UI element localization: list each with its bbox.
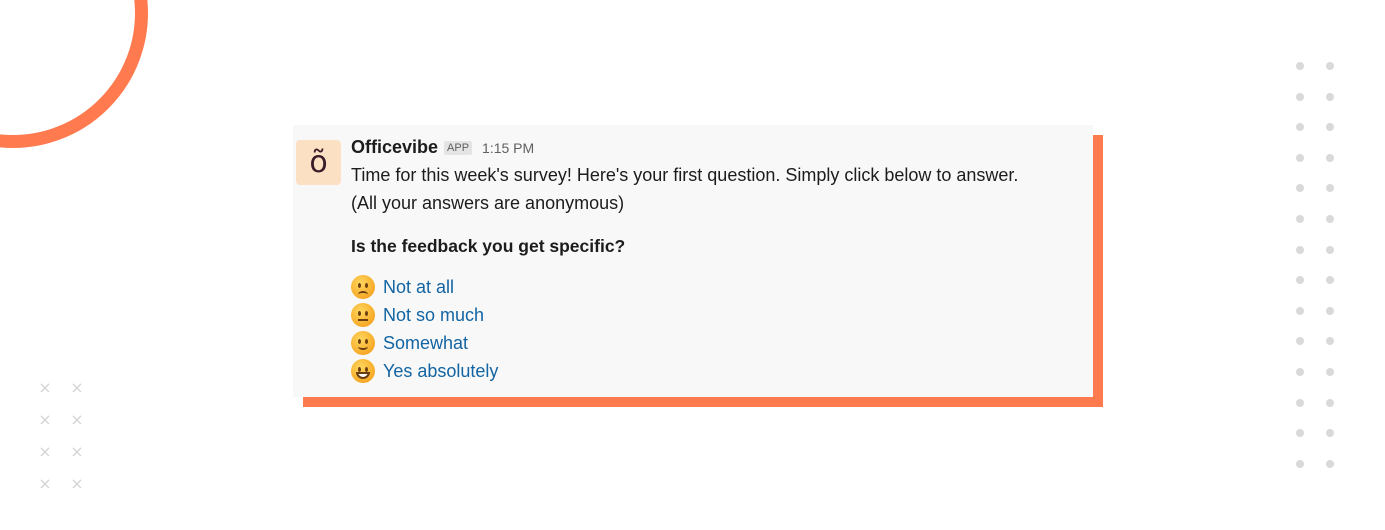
decorative-dot xyxy=(1296,184,1304,193)
answer-option-not-so-much[interactable]: Not so much xyxy=(351,301,1073,329)
neutral-face-icon xyxy=(351,303,375,327)
x-mark-icon: × xyxy=(70,378,84,397)
answer-link[interactable]: Not so much xyxy=(383,305,484,326)
answer-options: Not at all Not so much Somewhat Yes abso… xyxy=(351,273,1073,385)
survey-question: Is the feedback you get specific? xyxy=(351,236,626,256)
x-mark-icon: × xyxy=(70,410,84,429)
decorative-dot xyxy=(1326,276,1334,285)
decorative-dot xyxy=(1296,62,1304,70)
answer-link[interactable]: Not at all xyxy=(383,277,454,298)
slack-message-card: õ Officevibe APP 1:15 PM Time for this w… xyxy=(293,125,1093,397)
x-mark-icon: × xyxy=(38,474,52,493)
message-body: Time for this week's survey! Here's your… xyxy=(351,161,1073,217)
answer-option-somewhat[interactable]: Somewhat xyxy=(351,329,1073,357)
x-mark-icon: × xyxy=(38,410,52,429)
decorative-dot xyxy=(1326,123,1334,132)
decorative-dot xyxy=(1326,184,1334,193)
message-timestamp[interactable]: 1:15 PM xyxy=(482,140,534,156)
sender-name[interactable]: Officevibe xyxy=(351,137,438,158)
decorative-dot xyxy=(1326,368,1334,376)
decorative-dot xyxy=(1296,368,1304,376)
decorative-dot xyxy=(1326,215,1334,223)
x-mark-icon: × xyxy=(70,474,84,493)
officevibe-avatar[interactable]: õ xyxy=(296,140,341,185)
x-mark-icon: × xyxy=(70,442,84,461)
answer-option-yes-absolutely[interactable]: Yes absolutely xyxy=(351,357,1073,385)
decorative-dot xyxy=(1296,215,1304,223)
decorative-dot xyxy=(1296,276,1304,285)
decorative-ring xyxy=(0,0,148,148)
app-badge: APP xyxy=(444,141,473,155)
message-line-2: (All your answers are anonymous) xyxy=(351,193,625,213)
decorative-dot xyxy=(1296,306,1304,315)
decorative-dot xyxy=(1326,429,1334,438)
decorative-dot xyxy=(1296,153,1304,162)
x-mark-icon: × xyxy=(38,378,52,397)
decorative-dot xyxy=(1296,398,1304,407)
answer-link[interactable]: Yes absolutely xyxy=(383,361,498,382)
decorative-dot xyxy=(1296,92,1304,101)
grinning-face-icon xyxy=(351,359,375,383)
decorative-dot xyxy=(1326,245,1334,254)
x-mark-icon: × xyxy=(38,442,52,461)
answer-link[interactable]: Somewhat xyxy=(383,333,468,354)
decorative-dot xyxy=(1296,245,1304,254)
answer-option-not-at-all[interactable]: Not at all xyxy=(351,273,1073,301)
message-header: Officevibe APP 1:15 PM xyxy=(351,137,1073,161)
decorative-dot xyxy=(1296,459,1304,468)
decorative-dot xyxy=(1296,123,1304,132)
slightly-frowning-face-icon xyxy=(351,275,375,299)
decorative-dot xyxy=(1326,62,1334,70)
decorative-dot xyxy=(1326,153,1334,162)
slightly-smiling-face-icon xyxy=(351,331,375,355)
decorative-dot xyxy=(1296,429,1304,438)
decorative-dot xyxy=(1326,92,1334,101)
message-content: Officevibe APP 1:15 PM Time for this wee… xyxy=(351,137,1073,385)
message-line-1: Time for this week's survey! Here's your… xyxy=(351,165,1019,185)
decorative-dot xyxy=(1296,337,1304,346)
decorative-dot xyxy=(1326,459,1334,468)
avatar-glyph: õ xyxy=(309,145,328,180)
decorative-dot xyxy=(1326,306,1334,315)
decorative-dot xyxy=(1326,398,1334,407)
decorative-dot xyxy=(1326,337,1334,346)
